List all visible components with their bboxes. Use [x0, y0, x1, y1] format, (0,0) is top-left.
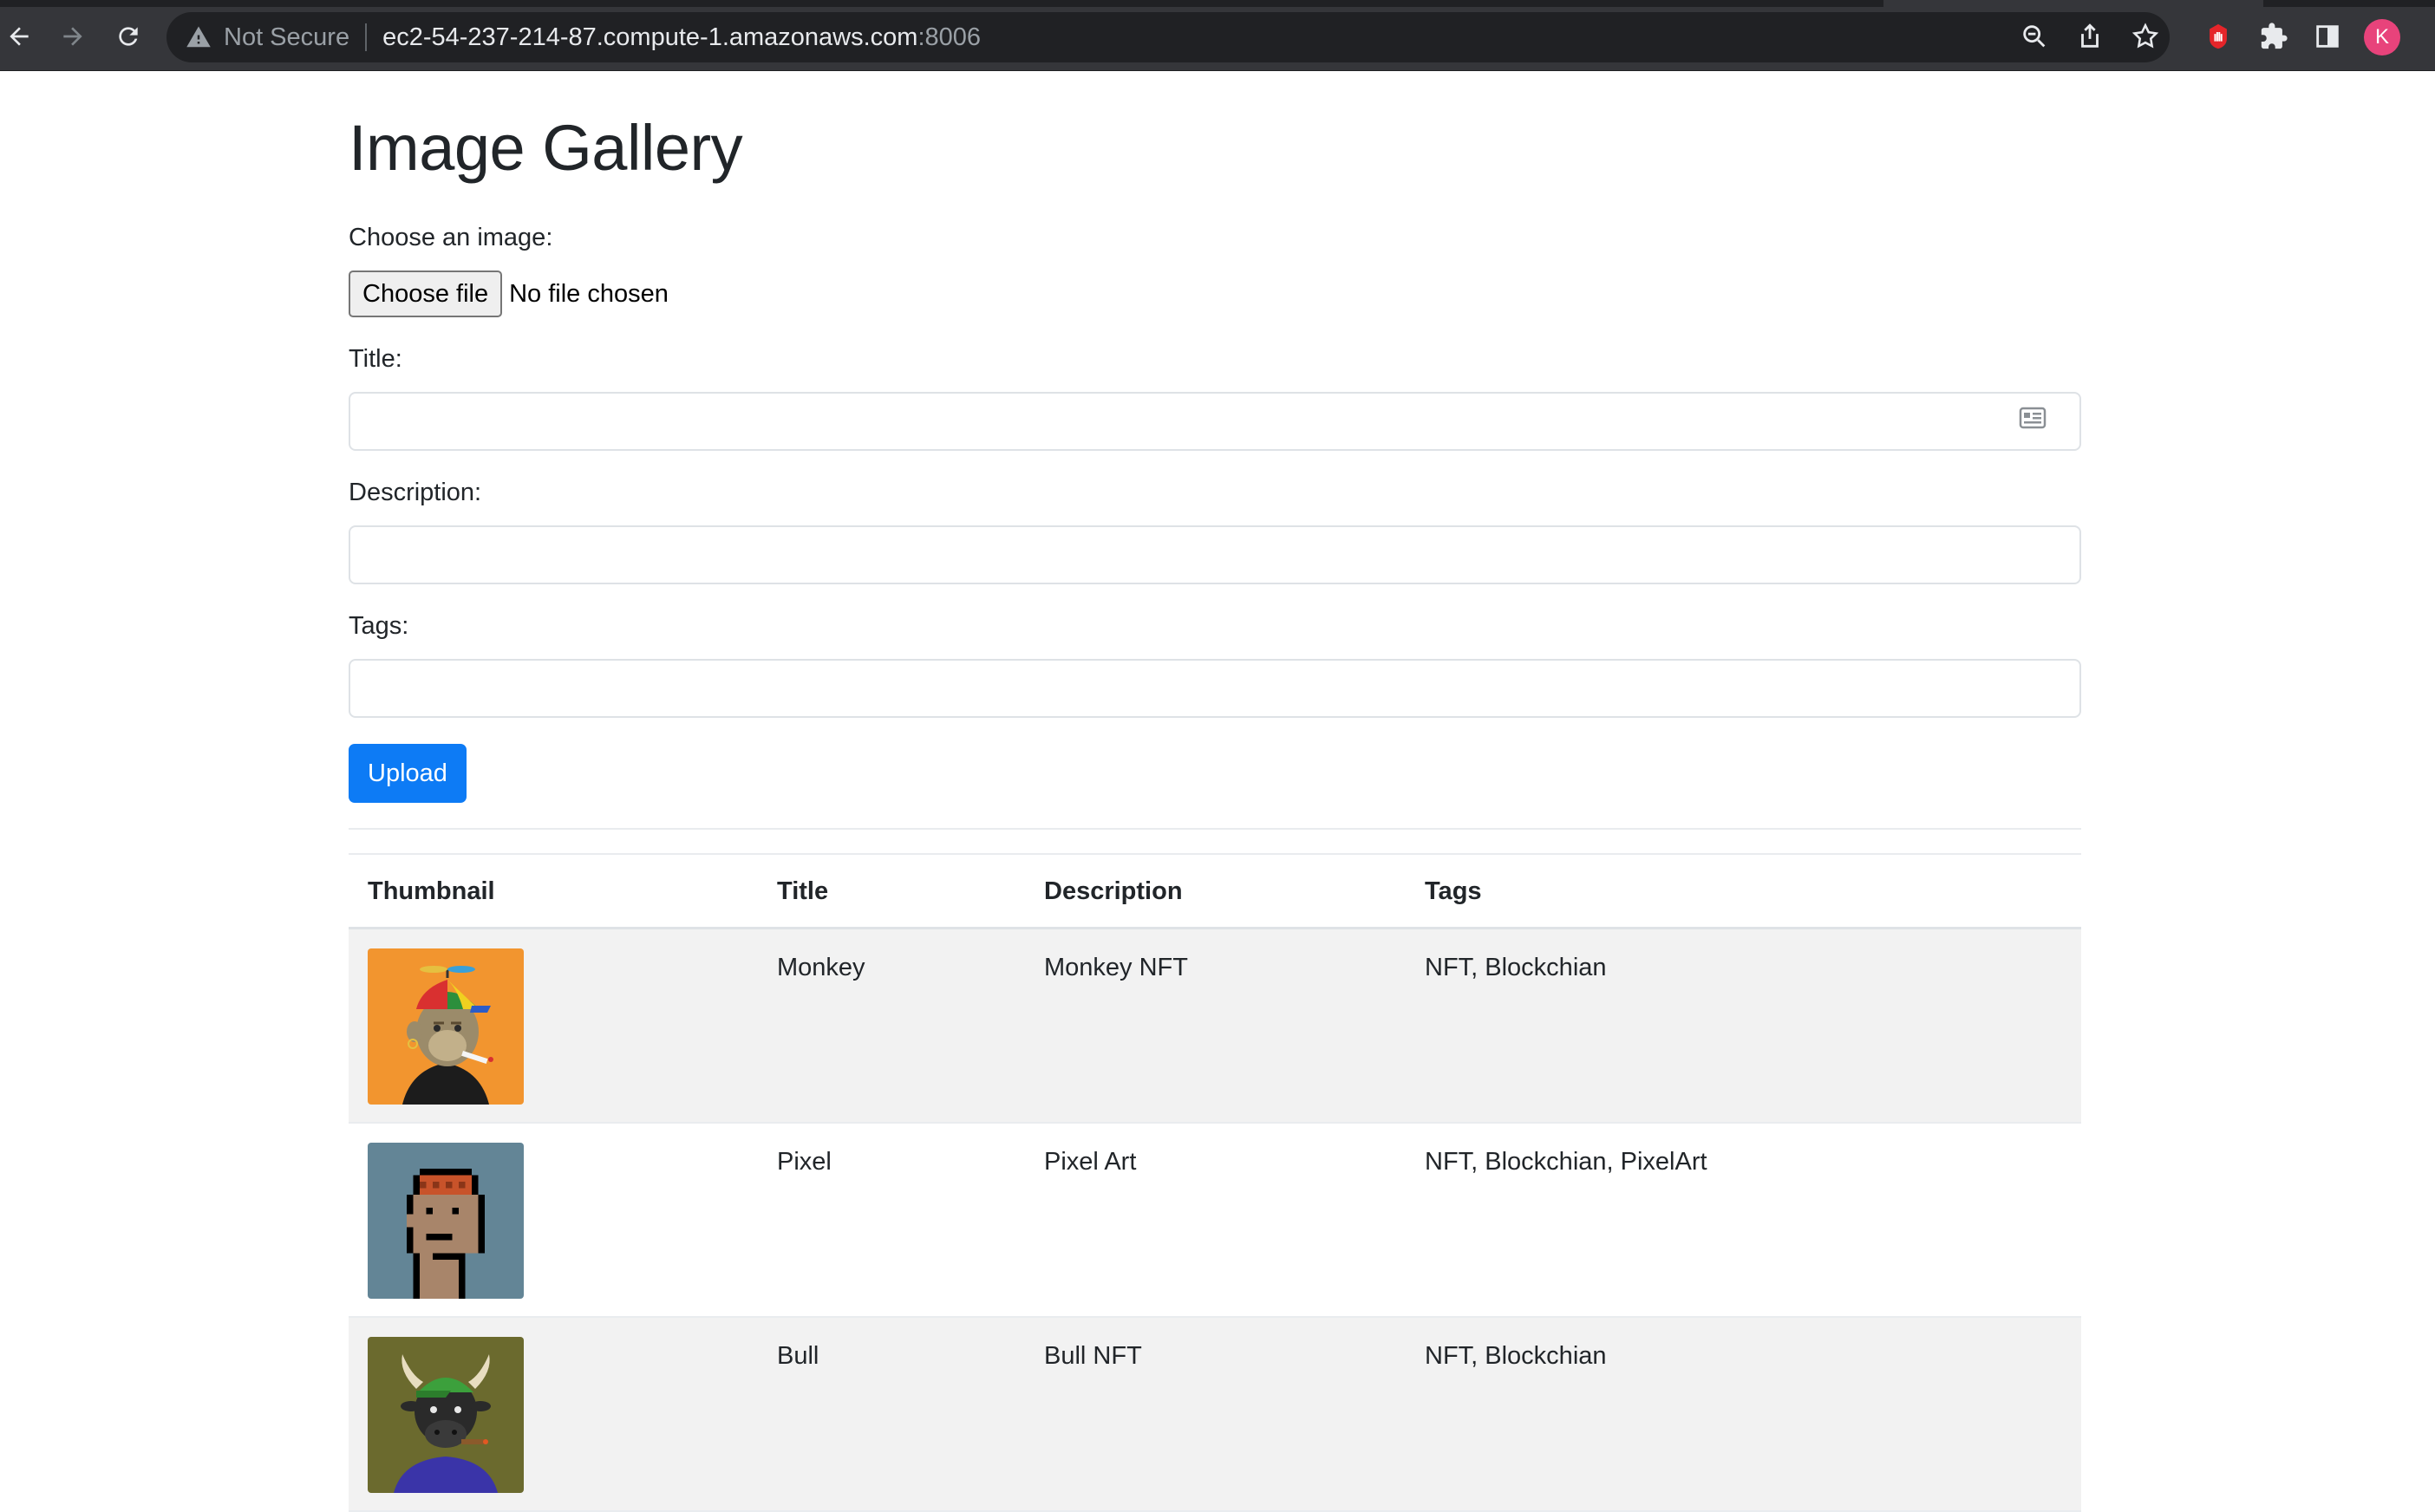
bookmark-button[interactable]	[2128, 19, 2163, 54]
row-tags: NFT, Blockchian	[1425, 1342, 1607, 1370]
table-row: Bull Bull NFT NFT, Blockchian	[349, 1318, 2081, 1512]
profile-avatar[interactable]: K	[2364, 19, 2400, 55]
browser-toolbar: Not Secure ec2-54-237-214-87.compute-1.a…	[0, 0, 2435, 71]
bull-nft-thumbnail	[368, 1337, 524, 1493]
tab-strip	[0, 0, 2435, 7]
reload-button[interactable]	[109, 17, 147, 55]
upload-button[interactable]: Upload	[349, 744, 467, 803]
row-tags: NFT, Blockchian	[1425, 954, 1607, 981]
share-button[interactable]	[2073, 19, 2107, 54]
address-bar[interactable]: Not Secure ec2-54-237-214-87.compute-1.a…	[166, 12, 2170, 62]
extension-blocker-button[interactable]	[2201, 19, 2236, 54]
choose-file-button[interactable]: Choose file	[349, 270, 503, 317]
url-host: ec2-54-237-214-87.compute-1.amazonaws.co…	[382, 23, 918, 51]
back-button[interactable]	[0, 17, 38, 55]
gallery-table: Thumbnail Title Description Tags Monkey …	[349, 853, 2081, 1512]
title-label: Title:	[349, 345, 402, 373]
header-thumbnail: Thumbnail	[368, 877, 495, 905]
security-label[interactable]: Not Secure	[224, 23, 349, 52]
url-port: :8006	[917, 23, 982, 51]
reload-icon	[119, 27, 138, 46]
pixel-nft-thumbnail	[368, 1143, 524, 1299]
omnibox-divider	[365, 23, 368, 51]
puzzle-icon	[2261, 23, 2288, 49]
file-status-text: No file chosen	[509, 279, 669, 308]
autofill-card-icon[interactable]	[2019, 406, 2047, 430]
header-title: Title	[777, 877, 829, 905]
monkey-nft-thumbnail	[368, 948, 524, 1105]
row-description: Bull NFT	[1044, 1342, 1142, 1370]
page-title: Image Gallery	[349, 112, 743, 184]
divider	[349, 828, 2081, 830]
header-tags: Tags	[1425, 877, 1482, 905]
tags-input[interactable]	[349, 659, 2081, 718]
forward-button[interactable]	[54, 17, 92, 55]
image-label: Choose an image:	[349, 224, 553, 251]
row-tags: NFT, Blockchian, PixelArt	[1425, 1148, 1707, 1176]
zoom-icon	[2023, 25, 2046, 48]
tags-label: Tags:	[349, 612, 409, 640]
share-icon	[2081, 23, 2099, 48]
side-panel-icon	[2316, 25, 2339, 48]
file-input[interactable]: Choose file No file chosen	[349, 270, 669, 317]
zoom-button[interactable]	[2017, 19, 2052, 54]
title-input[interactable]	[349, 392, 2081, 451]
active-tab-edge[interactable]	[1883, 0, 2263, 7]
row-title: Bull	[777, 1342, 819, 1370]
warning-icon	[186, 24, 212, 50]
extensions-button[interactable]	[2256, 19, 2291, 54]
row-description: Pixel Art	[1044, 1148, 1137, 1176]
table-row: Monkey Monkey NFT NFT, Blockchian	[349, 929, 2081, 1124]
row-title: Pixel	[777, 1148, 832, 1176]
description-label: Description:	[349, 479, 482, 506]
header-description: Description	[1044, 877, 1183, 905]
table-header: Thumbnail Title Description Tags	[349, 853, 2081, 929]
row-description: Monkey NFT	[1044, 954, 1188, 981]
hand-stop-icon	[2210, 23, 2227, 49]
description-input[interactable]	[349, 525, 2081, 584]
forward-arrow-icon	[63, 27, 82, 46]
star-icon	[2131, 23, 2159, 49]
row-title: Monkey	[777, 954, 865, 981]
side-panel-button[interactable]	[2310, 19, 2345, 54]
back-arrow-icon	[10, 27, 29, 46]
table-row: Pixel Pixel Art NFT, Blockchian, PixelAr…	[349, 1124, 2081, 1318]
